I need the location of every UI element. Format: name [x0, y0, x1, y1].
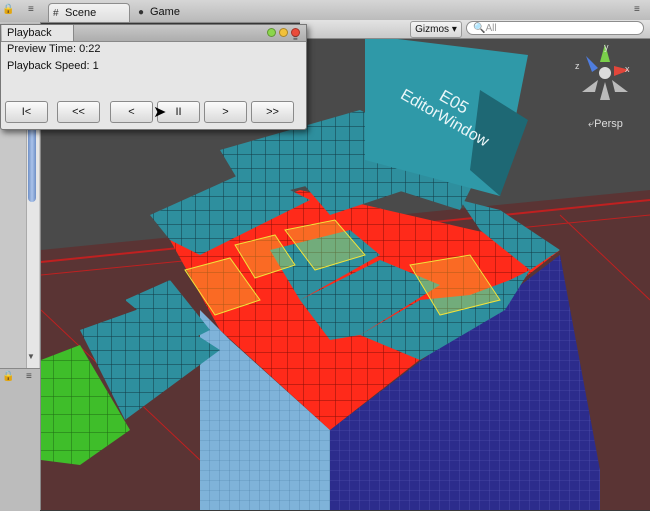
preview-time: Preview Time: 0:22 — [7, 43, 101, 55]
playback-speed: Playback Speed: 1 — [7, 60, 99, 72]
tab-game[interactable]: ● Game — [134, 3, 224, 22]
panel-menu-icon[interactable]: ≡ — [26, 371, 32, 382]
gizmos-dropdown[interactable]: Gizmos ▾ — [410, 21, 462, 38]
lock-icon[interactable]: 🔒 — [2, 371, 14, 382]
scene-hash-icon: # — [53, 8, 59, 19]
search-input[interactable]: 🔍All — [466, 21, 644, 35]
mouse-pointer-icon: ➤ — [153, 104, 167, 121]
gizmo-axis-y: y — [604, 42, 609, 52]
tab-scene[interactable]: # Scene — [48, 3, 130, 22]
skip-to-start-button[interactable]: I< — [5, 101, 48, 123]
playback-tab-bar: Playback — [1, 25, 306, 42]
minimize-icon[interactable] — [279, 28, 288, 37]
game-pacman-icon: ● — [138, 7, 145, 18]
maximize-icon[interactable] — [267, 28, 276, 37]
perspective-label[interactable]: ⤶Persp — [588, 118, 623, 131]
perspective-text: Persp — [594, 118, 623, 130]
gizmo-axis-z: z — [575, 61, 580, 71]
gizmos-label: Gizmos — [415, 24, 450, 35]
tab-playback[interactable]: Playback — [2, 25, 74, 41]
project-panel: 🔒 ≡ — [0, 368, 40, 511]
lock-icon[interactable]: 🔒 — [2, 4, 14, 15]
search-placeholder: All — [485, 23, 497, 34]
step-back-button[interactable]: < — [110, 101, 153, 123]
panel-menu-icon[interactable]: ≡ — [28, 4, 34, 15]
gizmo-axis-x: x — [625, 64, 630, 74]
playback-tab-label: Playback — [7, 27, 52, 39]
tab-scene-label: Scene — [65, 7, 97, 19]
scroll-down-icon[interactable]: ▼ — [27, 352, 35, 361]
rewind-button[interactable]: << — [57, 101, 100, 123]
fast-forward-button[interactable]: >> — [251, 101, 294, 123]
tab-game-label: Game — [150, 6, 180, 18]
window-menu-icon[interactable]: ≡ — [293, 34, 298, 43]
panel-options-icon[interactable]: ≡ — [634, 4, 640, 15]
step-forward-button[interactable]: > — [204, 101, 247, 123]
